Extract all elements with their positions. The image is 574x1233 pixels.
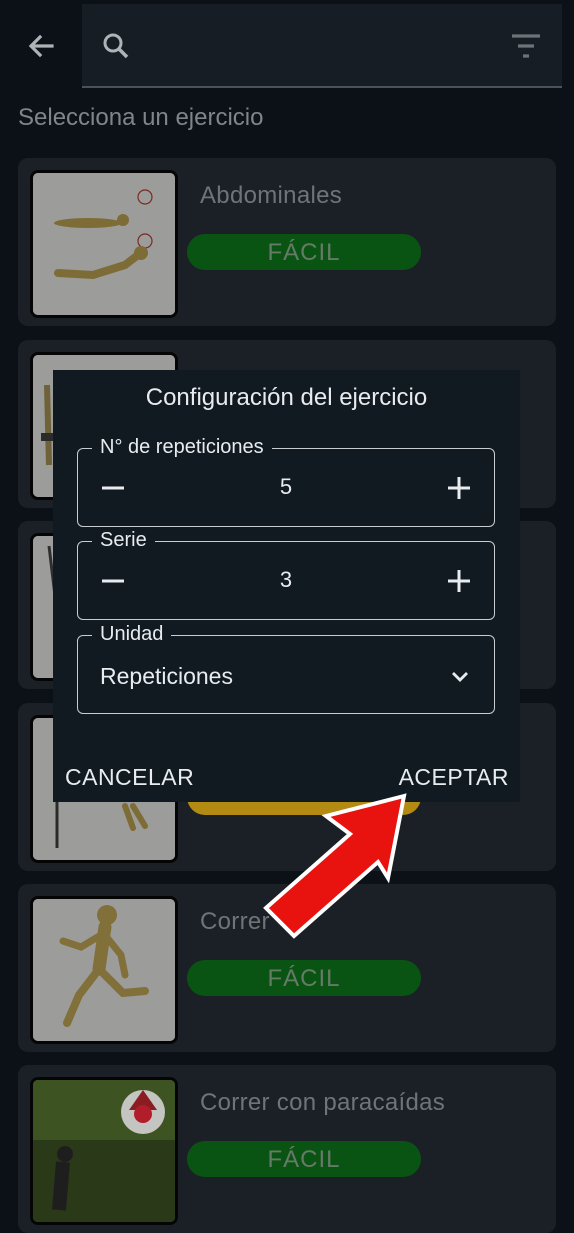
repetitions-value[interactable]: 5 — [78, 474, 494, 500]
unit-select[interactable]: Unidad Repeticiones — [77, 623, 495, 714]
dialog-title: Configuración del ejercicio — [145, 384, 428, 411]
series-stepper: Serie 3 — [77, 529, 495, 620]
unit-label: Unidad — [92, 623, 172, 645]
chevron-down-icon — [452, 672, 468, 682]
repetitions-label: N° de repeticiones — [92, 436, 272, 458]
series-label: Serie — [92, 529, 155, 551]
exercise-config-dialog: Configuración del ejercicio N° de repeti… — [53, 370, 520, 802]
cancel-button[interactable]: CANCELAR — [65, 764, 194, 791]
repetitions-stepper: N° de repeticiones 5 — [77, 436, 495, 527]
plus-icon[interactable] — [444, 566, 474, 596]
unit-value: Repeticiones — [100, 663, 233, 689]
series-value[interactable]: 3 — [78, 567, 494, 593]
accept-button[interactable]: ACEPTAR — [399, 764, 509, 791]
plus-icon[interactable] — [444, 473, 474, 503]
